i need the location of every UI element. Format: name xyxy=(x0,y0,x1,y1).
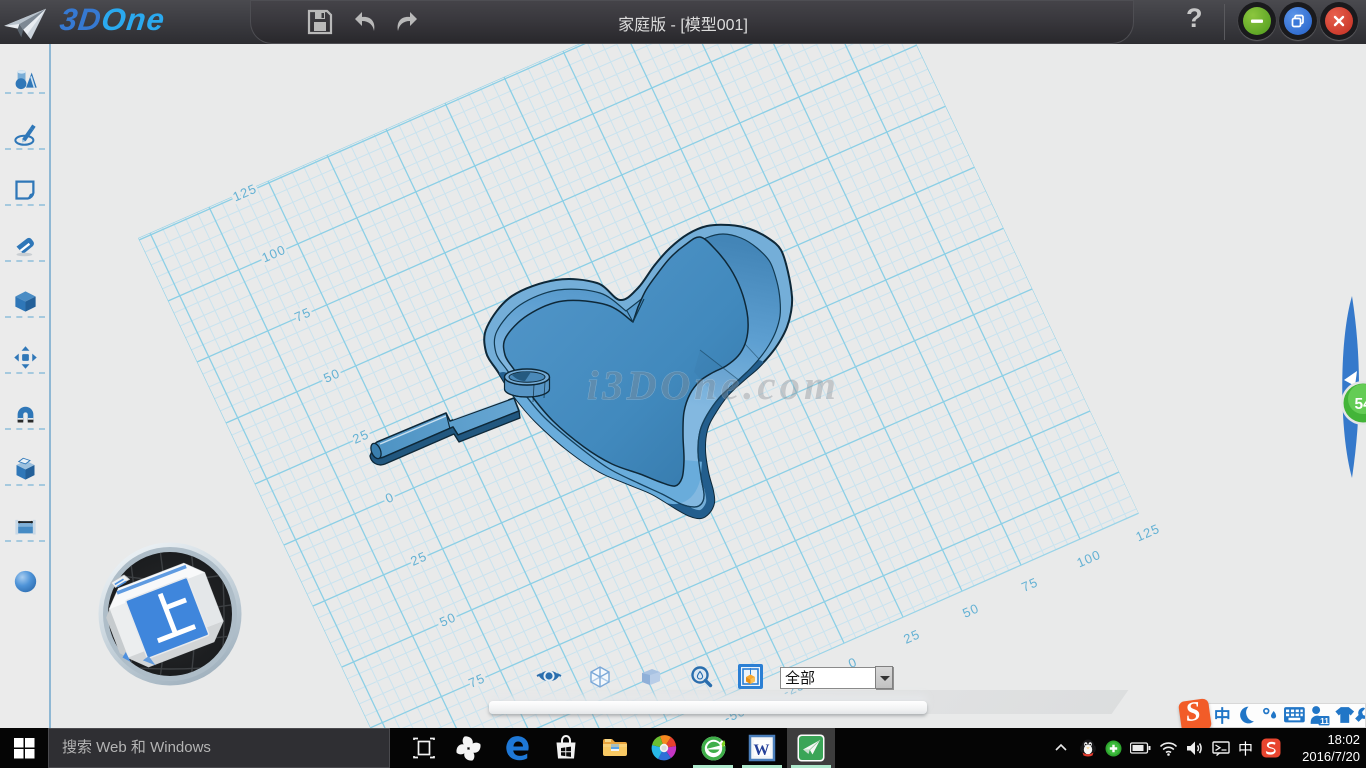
svg-text:50: 50 xyxy=(960,600,981,620)
svg-text:11: 11 xyxy=(1320,716,1329,726)
svg-text:25: 25 xyxy=(901,626,922,646)
svg-text:0: 0 xyxy=(383,489,397,506)
svg-text:50: 50 xyxy=(321,365,342,385)
svg-text:75: 75 xyxy=(1019,574,1040,594)
svg-text:W: W xyxy=(754,742,770,759)
svg-text:25: 25 xyxy=(408,548,429,568)
svg-text:75: 75 xyxy=(292,304,313,324)
svg-text:125: 125 xyxy=(1133,521,1162,545)
svg-text:100: 100 xyxy=(1074,547,1103,571)
svg-text:25: 25 xyxy=(350,426,371,446)
svg-text:75: 75 xyxy=(466,670,487,690)
svg-text:50: 50 xyxy=(437,609,458,629)
svg-text:54: 54 xyxy=(1355,396,1366,413)
svg-text:125: 125 xyxy=(230,181,259,205)
svg-text:中: 中 xyxy=(1214,706,1231,726)
svg-text:i3DOne.com: i3DOne.com xyxy=(587,362,840,408)
